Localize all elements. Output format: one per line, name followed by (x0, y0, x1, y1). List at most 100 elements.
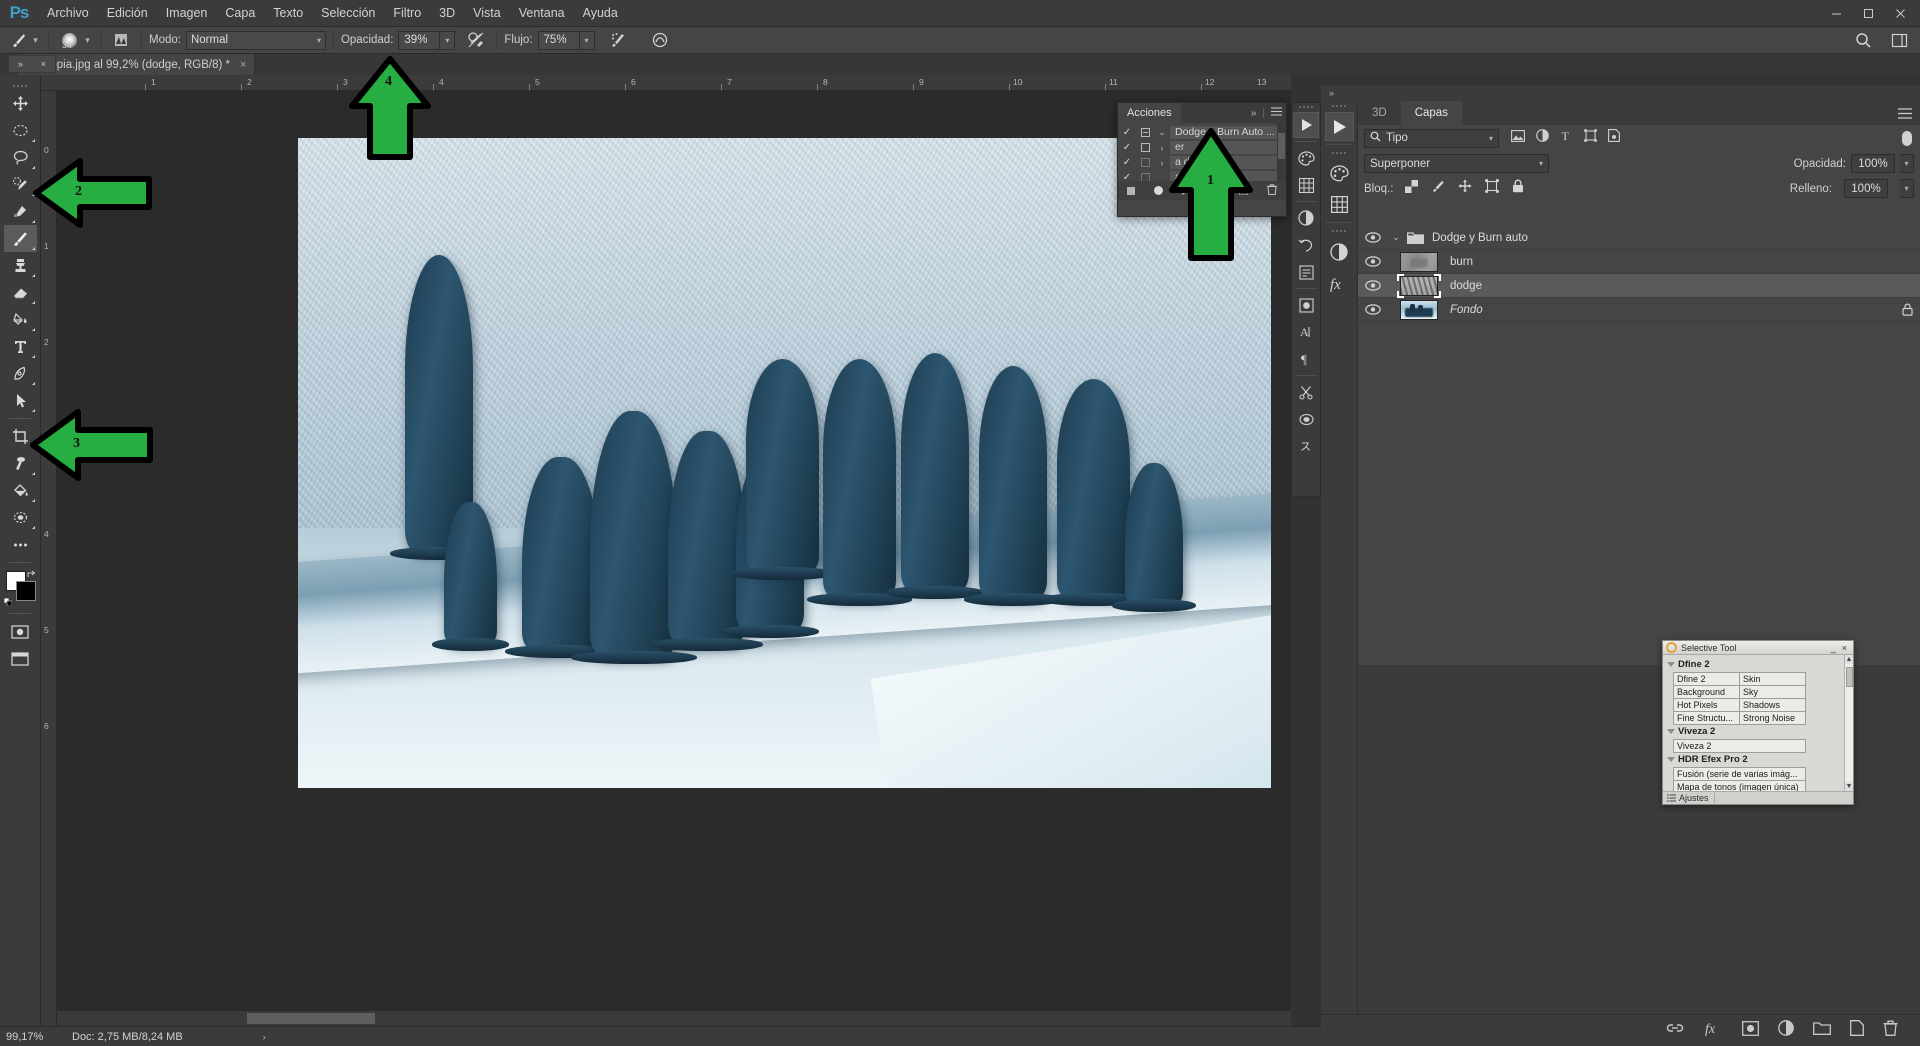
lasso-tool[interactable] (4, 144, 37, 171)
eye-icon[interactable] (1358, 256, 1388, 267)
menu-ayuda[interactable]: Ayuda (574, 0, 627, 27)
filter-button-mapa-de-tonos[interactable]: Mapa de tonos (imagen única) (1673, 780, 1806, 791)
menu-archivo[interactable]: Archivo (38, 0, 98, 27)
adjustment-layer-icon[interactable] (1778, 1020, 1794, 1041)
smoothing-icon[interactable] (647, 29, 673, 51)
layer-blend-mode-select[interactable]: Superponer ▾ (1364, 154, 1549, 173)
filter-button-skin[interactable]: Skin (1739, 672, 1806, 686)
opacity-caret[interactable]: ▾ (440, 30, 456, 50)
japanese-type-icon[interactable]: ス (1293, 433, 1319, 459)
panel-menu-icon[interactable] (1898, 101, 1912, 125)
menu-vista[interactable]: Vista (464, 0, 510, 27)
scroll-thumb[interactable] (247, 1013, 375, 1024)
new-group-icon[interactable] (1813, 1021, 1831, 1040)
clone-stamp-tool[interactable] (4, 252, 37, 279)
screen-mode-icon[interactable] (4, 645, 37, 672)
history-icon[interactable] (1293, 232, 1319, 258)
delete-layer-icon[interactable] (1883, 1020, 1898, 1041)
lock-position-icon[interactable] (1458, 179, 1472, 198)
layer-thumbnail[interactable] (1400, 251, 1438, 272)
quick-mask-icon[interactable] (4, 618, 37, 645)
chevron-down-icon[interactable]: ⌄ (1388, 232, 1404, 243)
check-icon[interactable]: ✓ (1118, 127, 1136, 138)
lock-image-icon[interactable] (1431, 179, 1445, 198)
check-icon[interactable]: ✓ (1118, 157, 1136, 168)
filter-enable-toggle[interactable] (1901, 129, 1912, 147)
link-layers-icon[interactable] (1666, 1021, 1684, 1040)
color-swatches[interactable] (3, 569, 37, 607)
table-row[interactable]: Fondo (1358, 298, 1920, 322)
scroll-thumb[interactable] (1278, 133, 1285, 159)
layer-opacity-caret[interactable]: ▾ (1900, 154, 1914, 173)
brush-tool[interactable] (3, 225, 37, 252)
move-tool[interactable] (4, 90, 37, 117)
opacity-pressure-icon[interactable] (463, 29, 489, 51)
menu-3d[interactable]: 3D (430, 0, 464, 27)
search-icon[interactable] (1850, 30, 1876, 52)
play-icon[interactable] (1324, 112, 1354, 141)
toolbar-grip[interactable] (0, 81, 40, 90)
filter-button-background[interactable]: Background (1673, 685, 1740, 699)
zoom-level[interactable]: 99,17% (0, 1031, 62, 1043)
more-tools[interactable] (4, 531, 37, 558)
tab-acciones[interactable]: Acciones (1118, 103, 1181, 123)
character-icon[interactable]: A (1293, 319, 1319, 345)
adjustment-layers-icon[interactable] (1536, 129, 1549, 147)
eye-icon[interactable] (1358, 304, 1388, 315)
type-layers-icon[interactable]: T (1560, 129, 1573, 147)
panel-menu-icon[interactable] (1271, 107, 1282, 119)
menu-ventana[interactable]: Ventana (510, 0, 574, 27)
layer-mask-icon[interactable] (1742, 1020, 1759, 1041)
adjustments-icon[interactable] (1293, 205, 1319, 231)
play-icon[interactable] (1293, 112, 1319, 138)
filter-button-dfine2[interactable]: Dfine 2 (1673, 672, 1740, 686)
filter-button-shadows[interactable]: Shadows (1739, 698, 1806, 712)
layer-fill-caret[interactable]: ▾ (1900, 179, 1914, 198)
scroll-up-icon[interactable]: ▲ (1845, 655, 1853, 664)
rail-grip[interactable] (1292, 103, 1320, 111)
reset-colors-icon[interactable] (3, 593, 12, 607)
menu-filtro[interactable]: Filtro (384, 0, 430, 27)
stop-icon[interactable] (1127, 182, 1136, 200)
record-icon[interactable] (1154, 182, 1164, 200)
workspace-icon[interactable] (1886, 30, 1912, 52)
dialog-toggle-icon[interactable] (1136, 128, 1154, 137)
trash-icon[interactable] (1266, 182, 1277, 200)
scroll-thumb[interactable] (1846, 667, 1853, 687)
brush-picker-caret[interactable]: ▾ (82, 30, 93, 50)
eyedropper-tool[interactable] (4, 198, 37, 225)
layer-filter-select[interactable]: Tipo ▾ (1364, 128, 1499, 148)
smart-object-icon[interactable] (1608, 129, 1620, 147)
filter-button-hot-pixels[interactable]: Hot Pixels (1673, 698, 1740, 712)
blend-mode-select[interactable]: Normal ▾ (185, 30, 326, 50)
table-row[interactable]: burn (1358, 250, 1920, 274)
dock-rail-grip[interactable] (1321, 148, 1357, 157)
brush-panel-icon[interactable] (108, 29, 134, 51)
airbrush-icon[interactable] (605, 29, 631, 51)
table-row[interactable]: ⌄ Dodge y Burn auto (1358, 226, 1920, 250)
dock-collapse-button[interactable]: » (1321, 85, 1920, 101)
filter-button-sky[interactable]: Sky (1739, 685, 1806, 699)
new-layer-icon[interactable] (1850, 1020, 1864, 1041)
close-icon[interactable]: × (1839, 643, 1850, 653)
tab-3d[interactable]: 3D (1358, 101, 1401, 125)
opacity-input[interactable]: 39% (398, 30, 441, 50)
layer-thumbnail[interactable] (1400, 275, 1438, 296)
document-image[interactable] (298, 138, 1271, 788)
menu-capa[interactable]: Capa (216, 0, 264, 27)
footer-tab-ajustes[interactable]: Ajustes (1679, 793, 1715, 803)
lock-transparency-icon[interactable] (1405, 179, 1419, 198)
selective-tool-titlebar[interactable]: Selective Tool _ × (1663, 641, 1853, 655)
adjustments-icon[interactable] (1325, 237, 1354, 266)
menu-seleccion[interactable]: Selección (312, 0, 384, 27)
blur-tool[interactable] (4, 504, 37, 531)
mask-properties-icon[interactable] (1293, 406, 1319, 432)
expand-chevrons-icon[interactable]: » (18, 59, 23, 69)
status-caret-icon[interactable]: › (263, 1032, 266, 1042)
info-icon[interactable] (1293, 292, 1319, 318)
paragraph-icon[interactable]: ¶ (1293, 346, 1319, 372)
eye-icon[interactable] (1358, 232, 1388, 243)
filter-button-viveza2[interactable]: Viveza 2 (1673, 739, 1806, 753)
color-palette-icon[interactable] (1325, 159, 1354, 188)
layer-thumbnail[interactable] (1400, 299, 1438, 320)
